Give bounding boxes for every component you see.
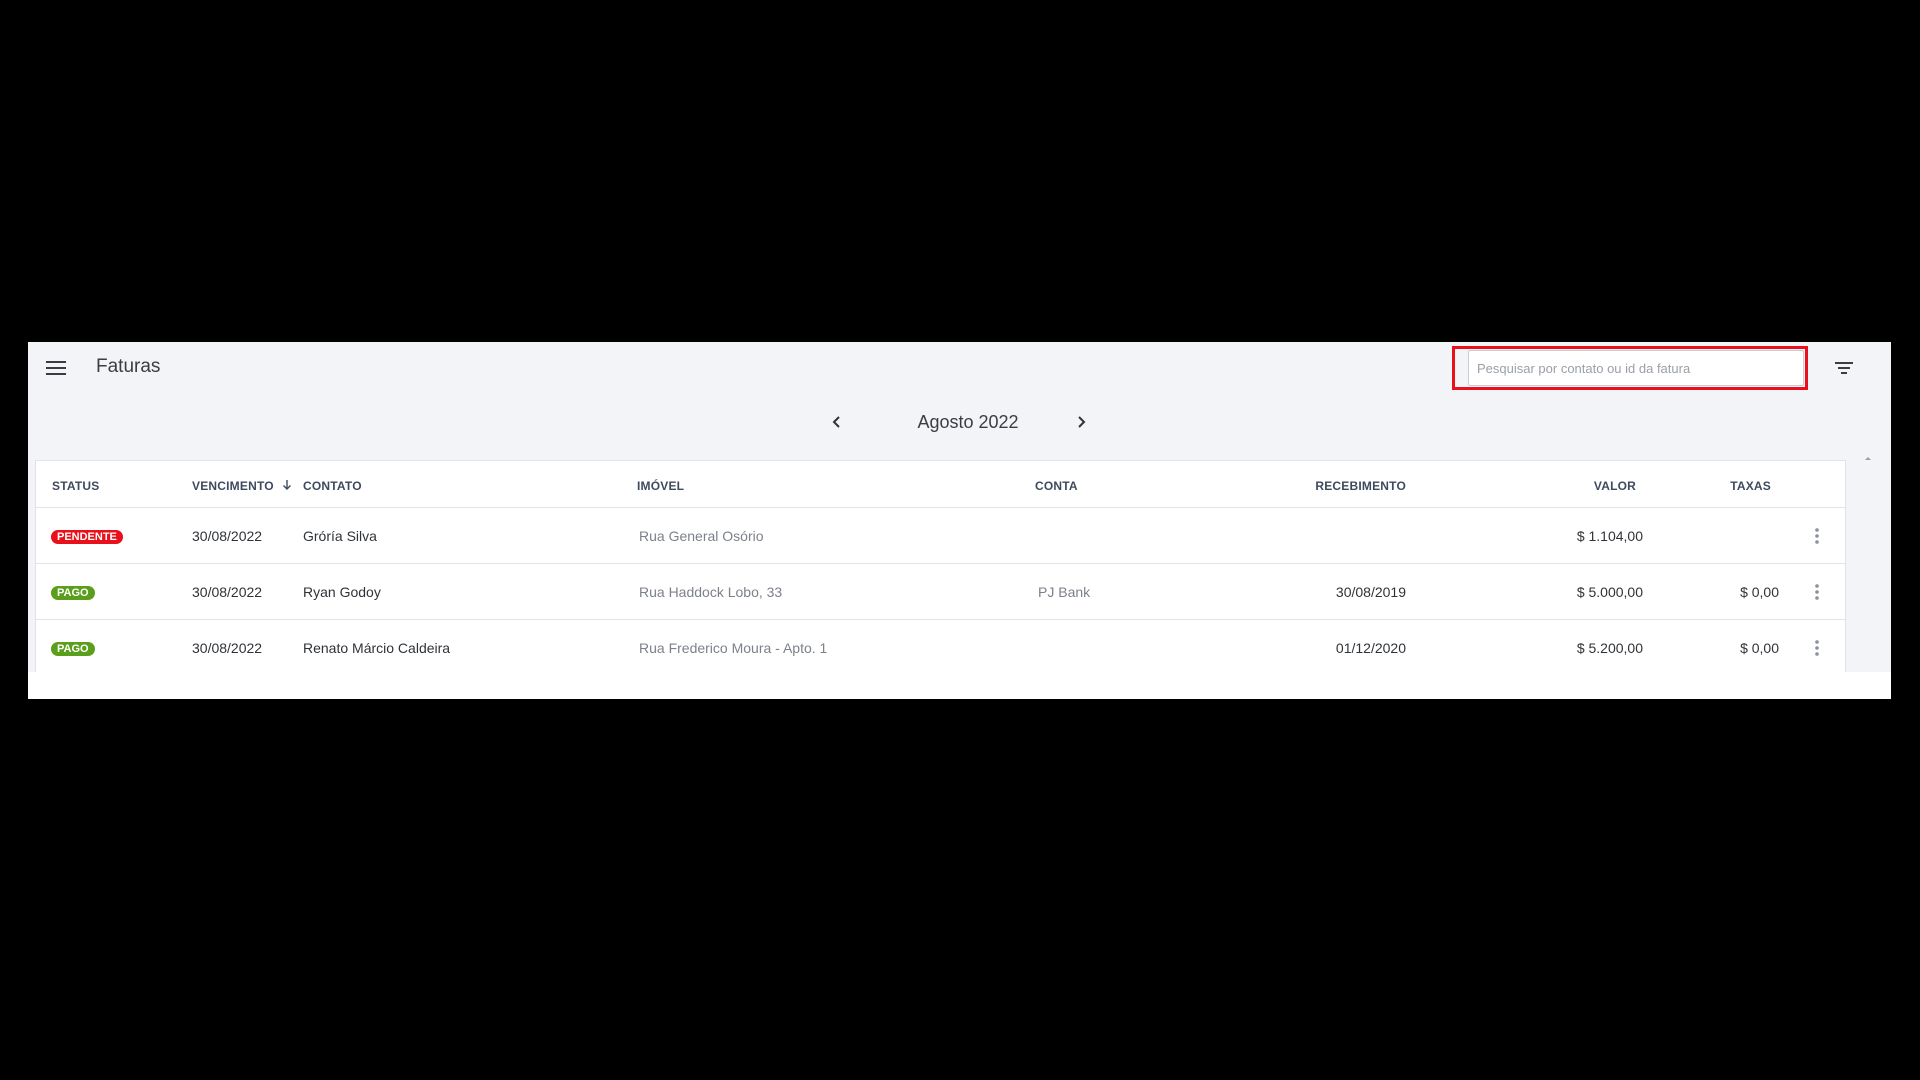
current-month-label: Agosto 2022 — [917, 412, 1019, 432]
recebimento-cell: 30/08/2019 — [1335, 584, 1406, 600]
menu-icon — [46, 361, 66, 375]
month-navigator: Agosto 2022 — [28, 402, 1891, 442]
column-header-recebimento[interactable]: RECEBIMENTO — [1276, 479, 1406, 493]
valor-cell: $ 5.000,00 — [1576, 584, 1643, 600]
recebimento-cell: 01/12/2020 — [1335, 640, 1406, 656]
row-actions-button[interactable] — [1809, 524, 1825, 548]
vencimento-cell: 30/08/2022 — [192, 640, 263, 656]
column-header-vencimento[interactable]: VENCIMENTO — [192, 479, 292, 494]
faturas-app: Faturas Agosto 2022 STATUS — [28, 342, 1891, 699]
contato-cell: Renato Márcio Caldeira — [303, 640, 451, 656]
row-actions-button[interactable] — [1809, 580, 1825, 604]
scroll-up-arrow[interactable] — [1863, 450, 1873, 460]
next-month-button[interactable] — [1069, 410, 1093, 434]
imovel-cell: Rua General Osório — [639, 528, 764, 544]
invoices-table: STATUS VENCIMENTO CONTATO IMÓVEL CONTA R… — [35, 460, 1846, 672]
column-header-contato[interactable]: CONTATO — [303, 479, 362, 493]
column-header-conta[interactable]: CONTA — [1035, 479, 1078, 493]
conta-cell: PJ Bank — [1038, 584, 1091, 600]
more-vertical-icon — [1815, 584, 1819, 600]
table-header: STATUS VENCIMENTO CONTATO IMÓVEL CONTA R… — [36, 461, 1845, 508]
vencimento-cell: 30/08/2022 — [192, 528, 263, 544]
status-badge: PAGO — [51, 642, 95, 656]
page-title: Faturas — [96, 356, 161, 377]
valor-cell: $ 1.104,00 — [1576, 528, 1643, 544]
search-input[interactable] — [1468, 350, 1804, 386]
contato-cell: Ryan Godoy — [303, 584, 381, 600]
column-header-valor[interactable]: VALOR — [1536, 479, 1636, 493]
column-header-taxas[interactable]: TAXAS — [1676, 479, 1771, 493]
column-header-imovel[interactable]: IMÓVEL — [637, 479, 684, 493]
filter-icon — [1835, 362, 1853, 374]
caret-up-icon — [1865, 457, 1871, 460]
table-row[interactable]: PAGO 30/08/2022 Ryan Godoy Rua Haddock L… — [36, 564, 1845, 620]
imovel-cell: Rua Frederico Moura - Apto. 1 — [639, 640, 828, 656]
previous-month-button[interactable] — [825, 410, 849, 434]
arrow-down-icon — [282, 479, 292, 494]
vencimento-cell: 30/08/2022 — [192, 584, 263, 600]
contato-cell: Gróría Silva — [303, 528, 377, 544]
filter-button[interactable] — [1830, 354, 1858, 382]
chevron-left-icon — [832, 416, 840, 428]
more-vertical-icon — [1815, 640, 1819, 656]
menu-button[interactable] — [42, 356, 70, 380]
table-row[interactable]: PAGO 30/08/2022 Renato Márcio Caldeira R… — [36, 620, 1845, 672]
valor-cell: $ 5.200,00 — [1576, 640, 1643, 656]
taxas-cell: $ 0,00 — [1740, 584, 1779, 600]
more-vertical-icon — [1815, 528, 1819, 544]
status-badge: PENDENTE — [51, 530, 123, 544]
row-actions-button[interactable] — [1809, 636, 1825, 660]
chevron-right-icon — [1078, 416, 1086, 428]
column-header-status[interactable]: STATUS — [52, 479, 99, 493]
table-row[interactable]: PENDENTE 30/08/2022 Gróría Silva Rua Gen… — [36, 508, 1845, 564]
imovel-cell: Rua Haddock Lobo, 33 — [639, 584, 783, 600]
taxas-cell: $ 0,00 — [1740, 640, 1779, 656]
column-header-vencimento-label: VENCIMENTO — [192, 479, 274, 493]
status-badge: PAGO — [51, 586, 95, 600]
bottom-white-strip — [28, 672, 1891, 699]
